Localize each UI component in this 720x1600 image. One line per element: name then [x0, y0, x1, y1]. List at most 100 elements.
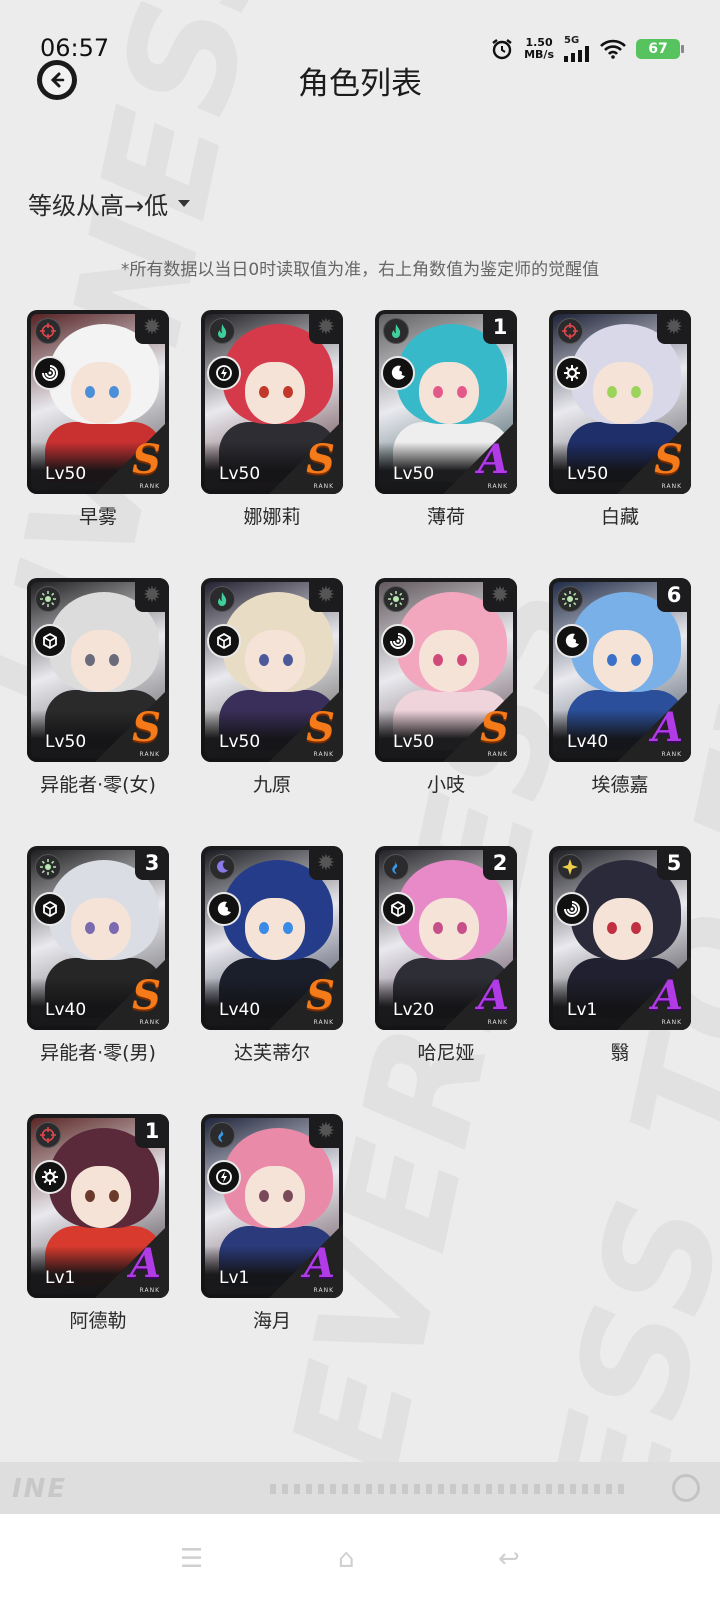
- character-grid: ✹ Lv50 S RANK 早雾 ✹ Lv50 S RANK 娜娜莉 1 Lv5…: [27, 310, 691, 1333]
- rank-badge: A: [651, 704, 683, 751]
- sort-dropdown[interactable]: 等级从高→低: [28, 186, 191, 221]
- system-nav-bar: ☰ ⌂ ↩: [0, 1514, 720, 1600]
- rank-tag: RANK: [661, 1019, 682, 1026]
- character-card[interactable]: 6 Lv40 A RANK 埃德嘉: [549, 578, 691, 797]
- character-portrait[interactable]: ✹ Lv50 S RANK: [27, 310, 169, 494]
- level-label: Lv1: [567, 1000, 598, 1020]
- character-card[interactable]: ✹ Lv1 A RANK 海月: [201, 1114, 343, 1333]
- sun-icon: [35, 854, 61, 880]
- character-portrait[interactable]: 6 Lv40 A RANK: [549, 578, 691, 762]
- rank-tag: RANK: [139, 751, 160, 758]
- character-card[interactable]: ✹ Lv50 S RANK 九原: [201, 578, 343, 797]
- level-label: Lv50: [45, 732, 87, 752]
- rank-tag: RANK: [139, 483, 160, 490]
- rank-tag: RANK: [313, 483, 334, 490]
- awaken-gear-icon: ✹: [309, 1114, 343, 1148]
- chevron-down-icon: [178, 200, 191, 207]
- back-nav-icon[interactable]: ↩: [498, 1544, 520, 1574]
- character-card[interactable]: ✹ Lv50 S RANK 小吱: [375, 578, 517, 797]
- rank-badge: S: [132, 972, 161, 1019]
- character-portrait[interactable]: ✹ Lv50 S RANK: [27, 578, 169, 762]
- rank-badge: S: [132, 436, 161, 483]
- battery-indicator: 67: [636, 39, 684, 59]
- character-portrait[interactable]: 1 Lv1 A RANK: [27, 1114, 169, 1298]
- menu-nav-icon[interactable]: ☰: [180, 1544, 203, 1574]
- character-card[interactable]: 1 Lv1 A RANK 阿德勒: [27, 1114, 169, 1333]
- level-label: Lv50: [219, 732, 261, 752]
- rank-badge: S: [306, 704, 335, 751]
- character-name: 九原: [252, 774, 291, 796]
- character-card[interactable]: 2 Lv20 A RANK 哈尼娅: [375, 846, 517, 1065]
- character-portrait[interactable]: 2 Lv20 A RANK: [375, 846, 517, 1030]
- rank-badge: S: [306, 436, 335, 483]
- character-name: 埃德嘉: [591, 774, 649, 796]
- character-card[interactable]: ✹ Lv40 S RANK 达芙蒂尔: [201, 846, 343, 1065]
- character-name: 小吱: [426, 774, 465, 796]
- awaken-value: 1: [483, 310, 517, 344]
- rank-tag: RANK: [139, 1019, 160, 1026]
- character-portrait[interactable]: ✹ Lv50 S RANK: [201, 578, 343, 762]
- gear-icon: [555, 356, 589, 390]
- target-icon: [557, 318, 583, 344]
- rank-badge: A: [477, 972, 509, 1019]
- wave-icon: [383, 854, 409, 880]
- sun-icon: [383, 586, 409, 612]
- character-portrait[interactable]: 1 Lv50 A RANK: [375, 310, 517, 494]
- target-icon: [35, 318, 61, 344]
- awaken-gear-icon: ✹: [135, 578, 169, 612]
- cube-icon: [207, 624, 241, 658]
- rank-badge: A: [303, 1240, 335, 1287]
- character-portrait[interactable]: ✹ Lv40 S RANK: [201, 846, 343, 1030]
- star-icon: [557, 854, 583, 880]
- sun-icon: [35, 586, 61, 612]
- awaken-value: 6: [657, 578, 691, 612]
- footer-decoration: INE: [0, 1462, 720, 1514]
- character-card[interactable]: ✹ Lv50 S RANK 娜娜莉: [201, 310, 343, 529]
- character-card[interactable]: ✹ Lv50 S RANK 早雾: [27, 310, 169, 529]
- character-card[interactable]: ✹ Lv50 S RANK 异能者·零(女): [27, 578, 169, 797]
- signal-label: 5G: [564, 35, 580, 46]
- character-card[interactable]: 5 Lv1 A RANK 翳: [549, 846, 691, 1065]
- awaken-value: 5: [657, 846, 691, 880]
- character-name: 达芙蒂尔: [233, 1042, 310, 1064]
- awaken-value: 1: [135, 1114, 169, 1148]
- awaken-gear-icon: ✹: [135, 310, 169, 344]
- level-label: Lv40: [219, 1000, 261, 1020]
- home-nav-icon[interactable]: ⌂: [338, 1544, 355, 1574]
- awaken-gear-icon: ✹: [657, 310, 691, 344]
- rank-tag: RANK: [487, 1019, 508, 1026]
- character-name: 异能者·零(男): [40, 1042, 156, 1064]
- vortex-icon: [33, 356, 67, 390]
- rank-tag: RANK: [139, 1287, 160, 1294]
- rank-tag: RANK: [313, 1019, 334, 1026]
- character-portrait[interactable]: ✹ Lv50 S RANK: [375, 578, 517, 762]
- wifi-icon: [600, 39, 626, 59]
- character-portrait[interactable]: ✹ Lv1 A RANK: [201, 1114, 343, 1298]
- rank-badge: A: [129, 1240, 161, 1287]
- character-portrait[interactable]: 5 Lv1 A RANK: [549, 846, 691, 1030]
- crescent-icon: [555, 624, 589, 658]
- character-name: 海月: [252, 1310, 291, 1332]
- character-name: 异能者·零(女): [40, 774, 156, 796]
- character-card[interactable]: ✹ Lv50 S RANK 白藏: [549, 310, 691, 529]
- footer-logo: INE: [12, 1474, 68, 1504]
- lightning-icon: [207, 1160, 241, 1194]
- character-card[interactable]: 3 Lv40 S RANK 异能者·零(男): [27, 846, 169, 1065]
- level-label: Lv50: [219, 464, 261, 484]
- rank-tag: RANK: [313, 751, 334, 758]
- level-label: Lv40: [45, 1000, 87, 1020]
- level-label: Lv1: [45, 1268, 76, 1288]
- character-portrait[interactable]: ✹ Lv50 S RANK: [549, 310, 691, 494]
- character-name: 薄荷: [426, 506, 465, 528]
- rank-badge: S: [306, 972, 335, 1019]
- level-label: Lv50: [567, 464, 609, 484]
- awaken-gear-icon: ✹: [309, 846, 343, 880]
- character-name: 早雾: [78, 506, 117, 528]
- gear-icon: [33, 1160, 67, 1194]
- character-card[interactable]: 1 Lv50 A RANK 薄荷: [375, 310, 517, 529]
- character-name: 哈尼娅: [417, 1042, 475, 1064]
- moon-icon: [209, 854, 235, 880]
- character-portrait[interactable]: 3 Lv40 S RANK: [27, 846, 169, 1030]
- flame-icon: [383, 318, 409, 344]
- character-portrait[interactable]: ✹ Lv50 S RANK: [201, 310, 343, 494]
